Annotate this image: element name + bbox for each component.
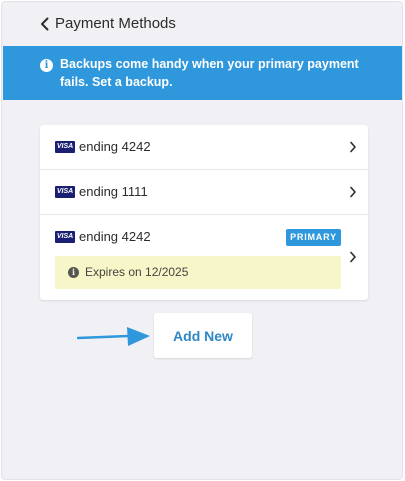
back-button[interactable] (36, 14, 52, 34)
expiry-notice: i Expires on 12/2025 (55, 256, 341, 289)
chevron-right-icon (350, 251, 356, 263)
header: Payment Methods (2, 2, 402, 46)
card-label: ending 4242 (79, 229, 151, 244)
visa-logo-icon: VISA (55, 231, 75, 243)
payment-card-list: VISA ending 4242 VISA ending 1111 VISA e… (40, 125, 368, 300)
primary-badge: PRIMARY (286, 229, 341, 246)
card-row[interactable]: VISA ending 1111 (40, 170, 368, 215)
info-banner: i Backups come handy when your primary p… (3, 46, 402, 100)
card-row[interactable]: VISA ending 4242 (40, 125, 368, 170)
page-title: Payment Methods (55, 15, 176, 32)
card-label: ending 4242 (79, 139, 151, 154)
card-row-primary[interactable]: VISA ending 4242 PRIMARY i Expires on 12… (40, 215, 368, 300)
visa-logo-icon: VISA (55, 186, 75, 198)
banner-text: Backups come handy when your primary pay… (60, 57, 359, 89)
chevron-right-icon (350, 186, 356, 198)
expiry-text: Expires on 12/2025 (85, 265, 189, 279)
visa-logo-icon: VISA (55, 141, 75, 153)
info-icon: i (68, 267, 79, 278)
add-new-button[interactable]: Add New (154, 313, 252, 358)
arrow-right-icon (77, 327, 150, 346)
payment-methods-panel: Payment Methods i Backups come handy whe… (1, 1, 403, 480)
chevron-right-icon (350, 141, 356, 153)
chevron-left-icon (40, 17, 48, 31)
card-label: ending 1111 (79, 184, 148, 199)
info-icon: i (40, 59, 53, 72)
